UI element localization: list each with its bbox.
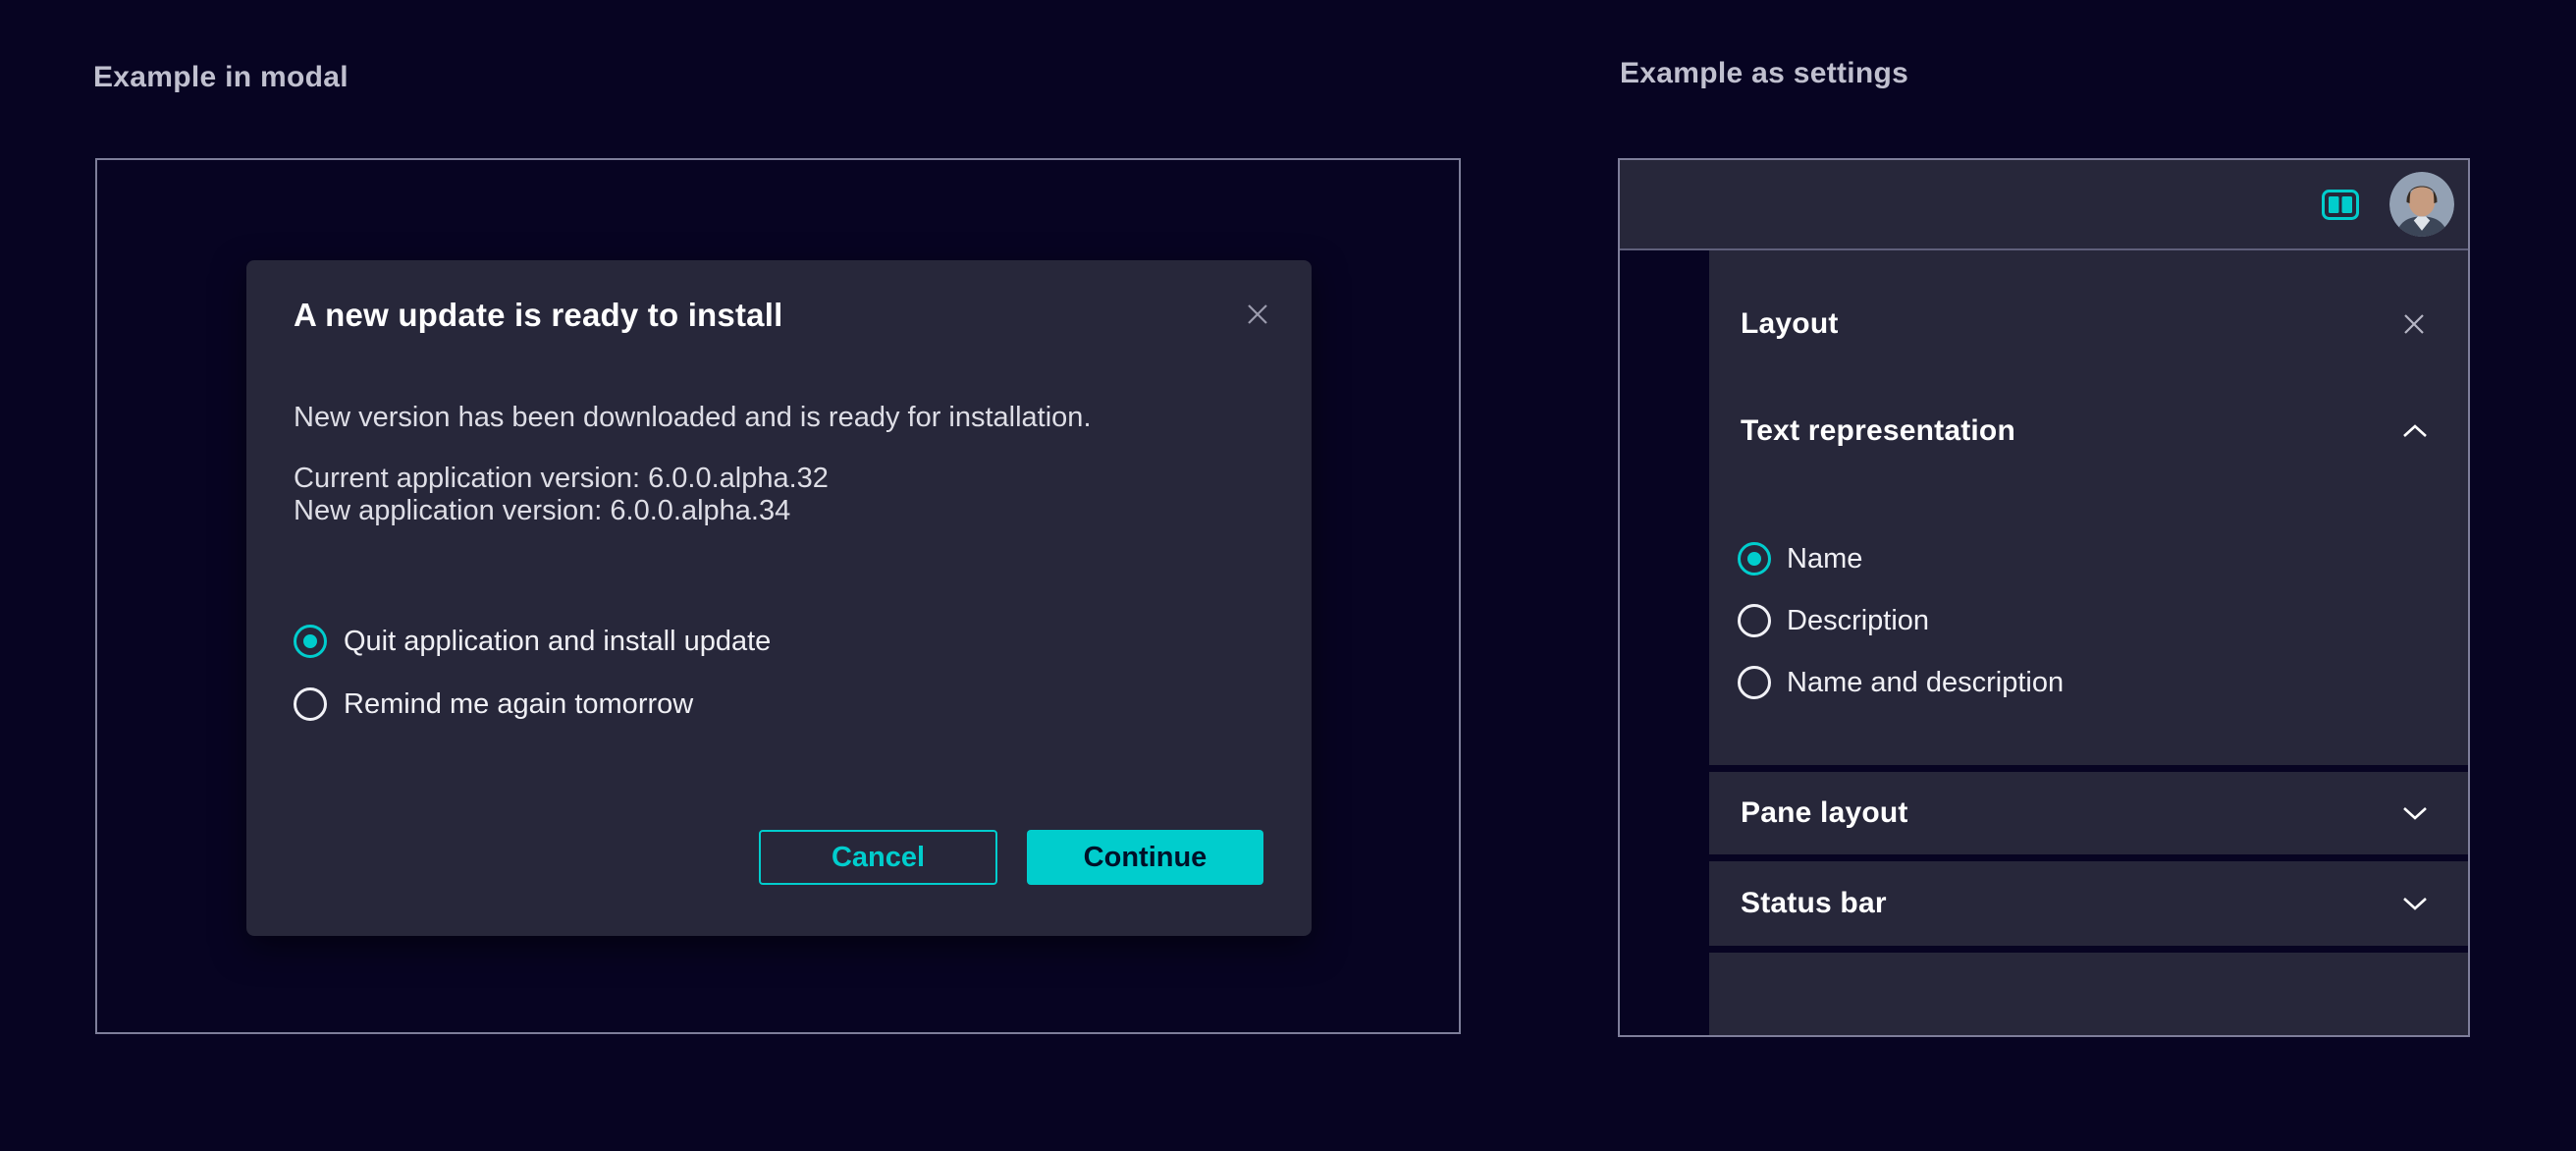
new-version-line: New application version: 6.0.0.alpha.34 (294, 495, 829, 527)
settings-pane: Layout Text representation (1709, 250, 2468, 1035)
radio-option-label: Quit application and install update (344, 626, 771, 658)
modal-example-frame: A new update is ready to install New ver… (95, 158, 1461, 1034)
chevron-down-icon (2401, 896, 2429, 911)
accordion-label: Text representation (1741, 414, 2015, 448)
version-info: Current application version: 6.0.0.alpha… (294, 463, 829, 527)
menu-strip (1620, 250, 1709, 1035)
accordion-pane-layout[interactable]: Pane layout (1709, 772, 2468, 854)
user-avatar-image (2389, 172, 2454, 237)
update-dialog: A new update is ready to install New ver… (246, 260, 1312, 936)
radio-input[interactable] (294, 687, 327, 721)
radio-option-label: Name and description (1787, 667, 2064, 699)
close-icon (1244, 301, 1271, 328)
radio-option-label: Name (1787, 543, 1862, 576)
chevron-up-icon (2401, 423, 2429, 439)
radio-input[interactable] (1738, 542, 1771, 576)
accordion-label: Status bar (1741, 887, 1887, 920)
continue-button[interactable]: Continue (1027, 830, 1263, 885)
settings-close-button[interactable] (2399, 309, 2429, 339)
dialog-title: A new update is ready to install (294, 297, 782, 334)
close-icon (2400, 310, 2428, 338)
radio-input[interactable] (294, 625, 327, 658)
app-header (1620, 160, 2468, 250)
modal-example-label: Example in modal (93, 61, 349, 94)
accordion-label: Pane layout (1741, 796, 1908, 830)
empty-section (1709, 953, 2468, 1035)
layout-toggle-button[interactable] (2319, 187, 2362, 222)
radio-option-name[interactable]: Name (1738, 542, 2064, 576)
radio-option-label: Description (1787, 605, 1929, 637)
close-button[interactable] (1243, 300, 1272, 329)
radio-option-name-and-description[interactable]: Name and description (1738, 666, 2064, 699)
user-avatar[interactable] (2389, 172, 2454, 237)
page-canvas: { "colors": { "accent": "#00cdcd", "page… (0, 0, 2576, 1151)
radio-option-description[interactable]: Description (1738, 604, 2064, 637)
current-version-line: Current application version: 6.0.0.alpha… (294, 463, 829, 495)
accordion-status-bar[interactable]: Status bar (1709, 861, 2468, 946)
text-representation-radio-group: Name Description Name and description (1738, 542, 2064, 699)
settings-example-label: Example as settings (1620, 57, 1908, 90)
radio-option-remind-tomorrow[interactable]: Remind me again tomorrow (294, 687, 693, 721)
settings-pane-header: Layout (1741, 304, 2429, 344)
app-body: Layout Text representation (1620, 250, 2468, 1035)
settings-example-frame: Layout Text representation (1618, 158, 2470, 1037)
accordion-text-representation[interactable]: Text representation (1741, 411, 2429, 451)
settings-pane-title: Layout (1741, 307, 1839, 341)
radio-input[interactable] (1738, 604, 1771, 637)
layout-settings-section: Layout Text representation (1709, 250, 2468, 765)
columns-layout-icon (2322, 190, 2359, 220)
chevron-down-icon (2401, 805, 2429, 821)
radio-input[interactable] (1738, 666, 1771, 699)
radio-option-label: Remind me again tomorrow (344, 688, 693, 721)
dialog-description: New version has been downloaded and is r… (294, 401, 1092, 434)
radio-option-quit-and-install[interactable]: Quit application and install update (294, 625, 771, 658)
cancel-button[interactable]: Cancel (759, 830, 997, 885)
